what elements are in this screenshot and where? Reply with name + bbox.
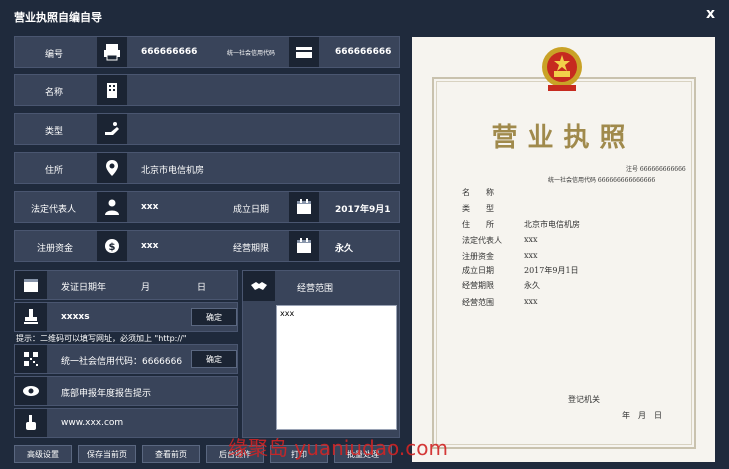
credit-code-label: 统一社会信用代码 [227,50,276,57]
calendar-icon [289,192,319,222]
license-field-label: 住 所 [462,220,494,229]
license-field-value: 2017年9月1日 [524,266,579,275]
annual-report-row: 底部申报年度报告提示 [14,376,238,406]
issue-year-label: 发证日期年 [61,283,107,293]
type-row: 类型 [14,113,400,145]
license-preview: 营业执照 注号 666666666666 统一社会信用代码 6666666666… [412,37,715,462]
license-field-label: 类 型 [462,204,494,213]
reg-no-label: 编号 [45,50,64,60]
svg-text:$: $ [109,242,116,253]
license-authority: 登记机关 [568,395,600,404]
qr-hint: 提示：二维码可以填写网址，必须加上 "http://" [16,334,187,343]
license-reg-no: 注号 666666666666 [626,166,686,173]
license-field-label: 名 称 [462,188,494,197]
license-field-value: 北京市电信机房 [524,220,580,229]
location-pin-icon [97,153,127,183]
qr-code-icon [15,345,47,373]
pointer-hand-icon [15,409,47,437]
credit-confirm-button[interactable]: 确定 [191,350,237,368]
license-field-value: 永久 [524,281,540,290]
qr-value[interactable]: xxxxs [61,312,90,322]
founded-value[interactable]: 2017年9月1 [335,202,391,215]
window-title: 营业执照自编自导 [14,11,102,24]
qr-confirm-button[interactable]: 确定 [191,308,237,326]
credit-line-row: 统一社会信用代码：6666666 确定 [14,344,238,374]
license-field-value: xxx [524,235,538,244]
legal-rep-label: 法定代表人 [31,205,77,215]
money-icon: $ [97,231,127,261]
capital-label: 注册资金 [37,244,74,254]
eye-icon [15,377,47,405]
printer-icon [97,37,127,67]
annual-report-text[interactable]: 底部申报年度报告提示 [61,386,151,399]
scope-textarea[interactable]: xxx [276,305,397,430]
website-text[interactable]: www.xxx.com [61,418,123,428]
issue-day-label: 日 [197,283,207,293]
license-field-value: xxx [524,297,538,306]
capital-row: 注册资金 $ xxx 经营期限 永久 [14,230,400,262]
license-title: 营业执照 [491,123,636,153]
scope-label: 经营范围 [297,284,334,294]
license-field-label: 法定代表人 [462,236,502,245]
qr-row: xxxxs 确定 [14,302,238,332]
national-emblem-icon [542,47,582,91]
calendar-term-icon [289,231,319,261]
save-page-button[interactable]: 保存当前页 [78,445,136,463]
reg-no-value[interactable]: 666666666 [141,47,197,57]
license-credit-code: 统一社会信用代码 666666666666666 [548,177,656,184]
issue-month-label: 月 [141,283,151,293]
credit-line-text[interactable]: 统一社会信用代码：6666666 [61,354,182,367]
close-button[interactable]: x [706,6,715,22]
watermark: 缘聚岛 yuaniudao.com [228,436,448,460]
website-row: www.xxx.com [14,408,238,438]
name-row: 名称 [14,74,400,106]
card-icon [289,37,319,67]
view-page-button[interactable]: 查看前页 [142,445,200,463]
reg-no-row: 编号 666666666 统一社会信用代码 666666666 [14,36,400,68]
title-bar: 营业执照自编自导 x [0,0,729,30]
license-field-label: 经营范围 [462,298,494,307]
handshake-icon [243,271,275,301]
license-field-label: 成立日期 [462,266,494,275]
person-icon [97,192,127,222]
capital-value[interactable]: xxx [141,241,158,251]
license-field-label: 注册资金 [462,252,494,261]
credit-code-value[interactable]: 666666666 [335,47,391,57]
building-icon [97,75,127,105]
term-label: 经营期限 [233,244,270,254]
license-field-value: xxx [524,251,538,260]
legal-rep-row: 法定代表人 xxx 成立日期 2017年9月1 [14,191,400,223]
address-label: 住所 [45,166,64,176]
name-label: 名称 [45,88,64,98]
address-value[interactable]: 北京市电信机房 [141,163,204,176]
calendar-issue-icon [15,271,47,299]
stamp-icon [15,303,47,331]
legal-rep-value[interactable]: xxx [141,202,158,212]
type-label: 类型 [45,127,64,137]
founded-label: 成立日期 [233,205,270,215]
license-date: 年 月 日 [622,411,662,420]
term-value[interactable]: 永久 [335,241,353,254]
license-field-label: 经营期限 [462,281,494,290]
advanced-settings-button[interactable]: 高级设置 [14,445,72,463]
hand-icon [97,114,127,144]
issue-date-row: 发证日期年 月 日 [14,270,238,300]
address-row: 住所 北京市电信机房 [14,152,400,184]
